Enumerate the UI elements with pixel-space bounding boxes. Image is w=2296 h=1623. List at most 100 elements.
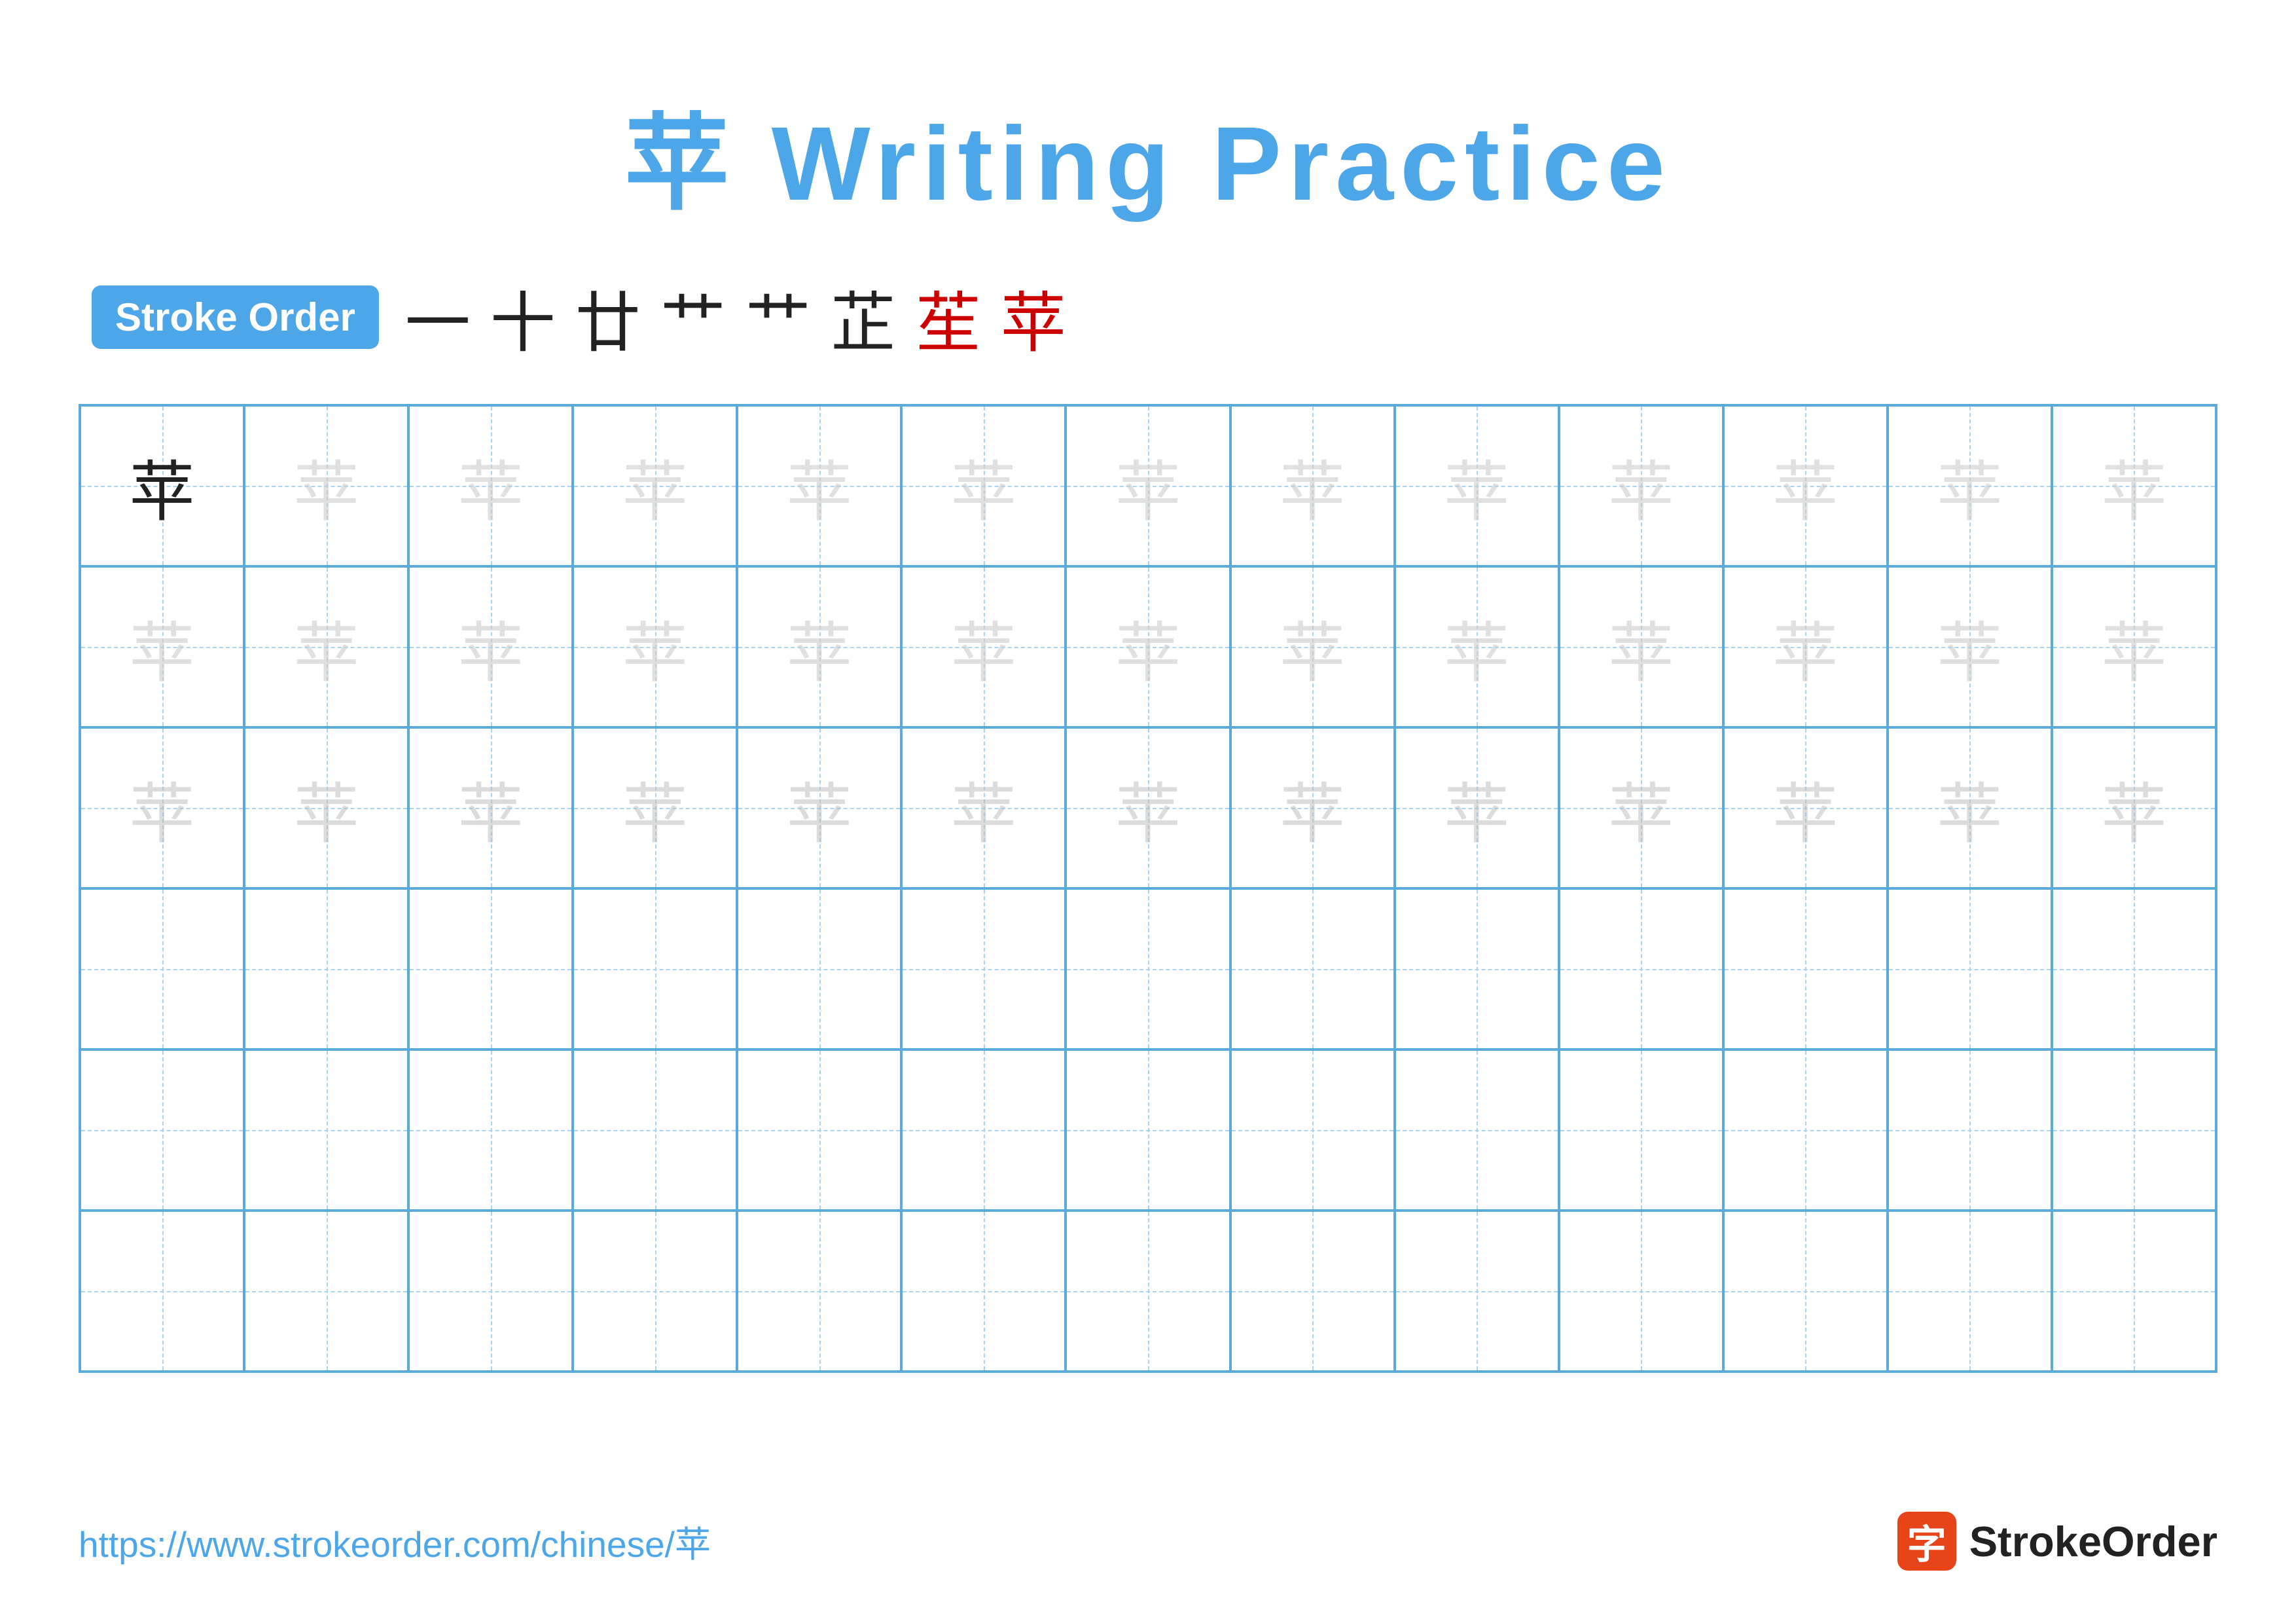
grid-cell[interactable] [1723, 888, 1888, 1049]
grid-cell[interactable] [244, 888, 408, 1049]
grid-cell[interactable] [1888, 888, 2052, 1049]
grid-cell[interactable]: 苹 [1888, 566, 2052, 727]
cell-character: 苹 [787, 439, 852, 534]
grid-cell[interactable] [408, 1049, 573, 1211]
grid-cell[interactable]: 苹 [1723, 566, 1888, 727]
logo-name: StrokeOrder [1969, 1517, 2217, 1566]
grid-cell[interactable] [408, 888, 573, 1049]
grid-cell[interactable]: 苹 [408, 405, 573, 566]
grid-cell[interactable]: 苹 [2052, 566, 2216, 727]
grid-cell[interactable]: 苹 [80, 566, 244, 727]
grid-cell[interactable]: 苹 [1230, 566, 1395, 727]
grid-cell[interactable] [573, 1211, 737, 1372]
cell-character: 苹 [622, 600, 688, 695]
grid-cell[interactable] [244, 1049, 408, 1211]
grid-cell[interactable] [1395, 888, 1559, 1049]
practice-grid[interactable]: 苹 苹 苹 苹 苹 苹 苹 苹 苹 苹 苹 苹 苹 苹 苹 苹 苹 苹 苹 苹 … [79, 404, 2217, 1373]
grid-cell[interactable] [901, 1211, 1066, 1372]
grid-cell[interactable]: 苹 [2052, 405, 2216, 566]
grid-cell[interactable]: 苹 [1066, 405, 1230, 566]
grid-cell[interactable] [1395, 1049, 1559, 1211]
cell-character: 苹 [294, 439, 359, 534]
grid-cell[interactable] [901, 1049, 1066, 1211]
cell-character: 苹 [787, 600, 852, 695]
grid-cell[interactable]: 苹 [1395, 727, 1559, 888]
stroke-2: 十 [490, 270, 556, 365]
grid-cell[interactable]: 苹 [408, 727, 573, 888]
grid-cell[interactable]: 苹 [80, 405, 244, 566]
grid-cell[interactable]: 苹 [901, 566, 1066, 727]
grid-cell[interactable] [737, 1211, 901, 1372]
grid-cell[interactable] [1559, 1049, 1723, 1211]
grid-cell[interactable] [1559, 1211, 1723, 1372]
grid-cell[interactable] [1723, 1049, 1888, 1211]
grid-cell[interactable]: 苹 [1066, 566, 1230, 727]
grid-cell[interactable]: 苹 [244, 405, 408, 566]
grid-cell[interactable]: 苹 [1230, 727, 1395, 888]
grid-cell[interactable]: 苹 [737, 727, 901, 888]
grid-cell[interactable] [901, 888, 1066, 1049]
grid-cell[interactable]: 苹 [1395, 405, 1559, 566]
grid-cell[interactable]: 苹 [1066, 727, 1230, 888]
grid-cell[interactable] [1066, 1049, 1230, 1211]
grid-cell[interactable] [1230, 888, 1395, 1049]
footer-url[interactable]: https://www.strokeorder.com/chinese/苹 [79, 1515, 711, 1567]
grid-cell[interactable] [1066, 888, 1230, 1049]
grid-cell[interactable]: 苹 [1395, 566, 1559, 727]
cell-character: 苹 [1444, 600, 1509, 695]
stroke-6: 芷 [831, 270, 896, 365]
cell-character: 苹 [130, 600, 195, 695]
stroke-4: 艹 [660, 270, 726, 365]
grid-cell[interactable]: 苹 [244, 727, 408, 888]
grid-cell[interactable] [1230, 1049, 1395, 1211]
cell-character: 苹 [1608, 600, 1674, 695]
grid-cell[interactable] [2052, 1211, 2216, 1372]
grid-cell[interactable]: 苹 [1559, 566, 1723, 727]
grid-cell[interactable] [1559, 888, 1723, 1049]
grid-cell[interactable]: 苹 [1559, 405, 1723, 566]
grid-cell[interactable] [573, 888, 737, 1049]
grid-cell[interactable]: 苹 [1559, 727, 1723, 888]
grid-cell[interactable]: 苹 [573, 405, 737, 566]
grid-cell[interactable]: 苹 [244, 566, 408, 727]
grid-cell[interactable] [737, 888, 901, 1049]
grid-cell[interactable] [80, 888, 244, 1049]
grid-cell[interactable] [80, 1049, 244, 1211]
grid-cell[interactable] [1066, 1211, 1230, 1372]
grid-cell[interactable] [573, 1049, 737, 1211]
page-title: 苹 Writing Practice [79, 79, 2217, 230]
grid-cell[interactable]: 苹 [573, 727, 737, 888]
grid-cell[interactable] [408, 1211, 573, 1372]
grid-cell[interactable] [1395, 1211, 1559, 1372]
grid-cell[interactable] [80, 1211, 244, 1372]
grid-cell[interactable]: 苹 [573, 566, 737, 727]
grid-cell[interactable]: 苹 [80, 727, 244, 888]
grid-cell[interactable]: 苹 [1888, 405, 2052, 566]
grid-cell[interactable]: 苹 [737, 405, 901, 566]
grid-cell[interactable]: 苹 [1230, 405, 1395, 566]
grid-cell[interactable]: 苹 [408, 566, 573, 727]
grid-cell[interactable] [2052, 1049, 2216, 1211]
grid-cell[interactable]: 苹 [1723, 727, 1888, 888]
grid-cell[interactable] [737, 1049, 901, 1211]
grid-cell[interactable]: 苹 [1888, 727, 2052, 888]
cell-character: 苹 [787, 761, 852, 856]
grid-cell[interactable] [1888, 1049, 2052, 1211]
grid-cell[interactable]: 苹 [2052, 727, 2216, 888]
grid-cell[interactable] [1888, 1211, 2052, 1372]
cell-character: 苹 [1115, 600, 1181, 695]
grid-cell[interactable]: 苹 [901, 405, 1066, 566]
grid-cell[interactable] [1230, 1211, 1395, 1372]
grid-cell[interactable]: 苹 [901, 727, 1066, 888]
cell-character: 苹 [294, 600, 359, 695]
stroke-7: 苼 [916, 270, 981, 365]
cell-character: 苹 [1937, 761, 2002, 856]
cell-character: 苹 [1115, 439, 1181, 534]
grid-cell[interactable] [244, 1211, 408, 1372]
grid-cell[interactable]: 苹 [1723, 405, 1888, 566]
footer-logo: 字 StrokeOrder [1897, 1512, 2217, 1571]
grid-cell[interactable] [2052, 888, 2216, 1049]
grid-cell[interactable] [1723, 1211, 1888, 1372]
grid-cell[interactable]: 苹 [737, 566, 901, 727]
stroke-order-row: Stroke Order 一 十 廿 艹 艹 芷 苼 苹 [92, 270, 2217, 365]
